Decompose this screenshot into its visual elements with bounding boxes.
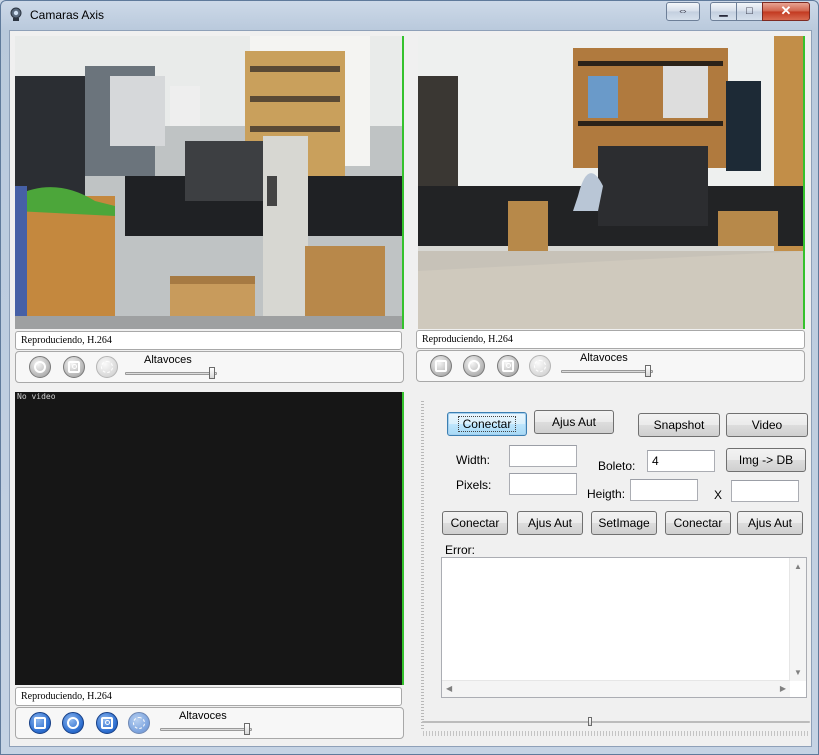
maximize-button[interactable]: □: [736, 2, 763, 21]
camera-1-controls: Altavoces: [15, 351, 404, 383]
vertical-splitter[interactable]: [421, 399, 424, 729]
camera-3-record-button[interactable]: [62, 712, 84, 734]
camera-1-snapshot-button[interactable]: [63, 356, 85, 378]
scroll-right-icon[interactable]: ▶: [780, 684, 786, 693]
record-icon: [34, 361, 46, 373]
maximize-icon: □: [746, 5, 753, 17]
camera-2-border: [803, 36, 805, 329]
snapshot-button[interactable]: Snapshot: [638, 413, 720, 437]
camera-2-audio-button[interactable]: [529, 355, 551, 377]
camera-3-volume-thumb[interactable]: [244, 723, 251, 735]
camera-2-snapshot-button[interactable]: [497, 355, 519, 377]
camera-2-controls: Altavoces: [416, 350, 805, 382]
camera-3-border: [402, 392, 404, 685]
width-field[interactable]: [509, 445, 577, 467]
no-video-overlay: No video: [17, 392, 56, 401]
camera-2-volume-thumb[interactable]: [645, 365, 652, 377]
camera-3-volume-slider[interactable]: [160, 728, 252, 731]
camera-2-stop-button[interactable]: [430, 355, 452, 377]
panel-bottom-slider-thumb[interactable]: [588, 717, 592, 726]
pixels-label: Pixels:: [456, 478, 492, 492]
camera-3-controls: Altavoces: [15, 707, 404, 739]
camera-2-volume-slider[interactable]: [561, 370, 653, 373]
error-textarea[interactable]: ▲ ▼ ◀ ▶: [441, 557, 807, 698]
setimage-button[interactable]: SetImage: [591, 511, 657, 535]
close-icon: ✕: [780, 3, 792, 18]
camera-2-video[interactable]: [418, 36, 803, 329]
stop-icon: [34, 717, 46, 729]
heigth-label: Heigth:: [587, 487, 626, 501]
webcam-icon: [10, 7, 22, 21]
camera-3-stop-button[interactable]: [29, 712, 51, 734]
x-label: X: [714, 488, 723, 502]
camera-3-snapshot-button[interactable]: [96, 712, 118, 734]
horizontal-splitter[interactable]: [421, 731, 808, 736]
record-icon: [468, 360, 480, 372]
camera-3-audio-button[interactable]: [128, 712, 150, 734]
scroll-down-icon[interactable]: ▼: [794, 668, 802, 677]
error-hscroll[interactable]: ◀ ▶: [442, 680, 790, 697]
scroll-left-icon[interactable]: ◀: [446, 684, 452, 693]
boleto-field[interactable]: 4: [647, 450, 715, 472]
camera-1-volume-thumb[interactable]: [209, 367, 216, 379]
window-title: Camaras Axis: [30, 8, 105, 22]
app-window: Camaras Axis ⇔ ▁ □ ✕ Reproduciendo, H.26…: [0, 0, 819, 755]
stop-icon: [435, 360, 447, 372]
title-bar[interactable]: Camaras Axis ⇔ ▁ □ ✕: [1, 1, 818, 29]
img-db-button[interactable]: Img -> DB: [726, 448, 806, 472]
boleto-label: Boleto:: [598, 459, 636, 473]
ajus-aut-button-1[interactable]: Ajus Aut: [517, 511, 583, 535]
ajus-aut-button-2[interactable]: Ajus Aut: [737, 511, 803, 535]
camera-2-frame: [418, 36, 803, 329]
error-vscroll[interactable]: ▲ ▼: [789, 558, 806, 681]
pixels-field[interactable]: [509, 473, 577, 495]
camera-icon: [502, 360, 514, 372]
ajus-aut-top-button[interactable]: Ajus Aut: [534, 410, 614, 434]
camera-1-audio-button[interactable]: [96, 356, 118, 378]
camera-icon: [101, 717, 113, 729]
camera-1-volume-slider[interactable]: [125, 372, 217, 375]
camera-1-status: Reproduciendo, H.264: [15, 331, 402, 350]
error-label: Error:: [445, 543, 475, 557]
client-area: Reproduciendo, H.264 Altavoces Reproduci…: [9, 30, 812, 747]
camera-2-status: Reproduciendo, H.264: [416, 330, 805, 349]
conectar-top-button[interactable]: Conectar: [447, 412, 527, 436]
width-label: Width:: [456, 453, 491, 467]
x-field[interactable]: [731, 480, 799, 502]
camera-3-video[interactable]: No video: [15, 392, 402, 685]
record-icon: [67, 717, 79, 729]
scroll-up-icon[interactable]: ▲: [794, 562, 802, 571]
camera-3-status: Reproduciendo, H.264: [15, 687, 402, 706]
speaker-icon: [534, 360, 546, 372]
camera-1-volume-label: Altavoces: [144, 354, 192, 366]
speaker-icon: [133, 717, 145, 729]
camera-2-volume-label: Altavoces: [580, 352, 628, 364]
error-text: [442, 558, 806, 564]
camera-2-record-button[interactable]: [463, 355, 485, 377]
panel-bottom-slider[interactable]: [422, 721, 810, 723]
arrows-icon: ⇔: [677, 5, 689, 17]
camera-1-border: [402, 36, 404, 329]
video-button[interactable]: Video: [726, 413, 808, 437]
conectar-button-1[interactable]: Conectar: [442, 511, 508, 535]
close-button[interactable]: ✕: [762, 2, 810, 21]
camera-1-record-button[interactable]: [29, 356, 51, 378]
camera-3-volume-label: Altavoces: [179, 710, 227, 722]
heigth-field[interactable]: [630, 479, 698, 501]
minimize-button[interactable]: ▁: [710, 2, 737, 21]
control-panel: Conectar Ajus Aut Snapshot Video Width: …: [428, 395, 810, 698]
camera-1-video[interactable]: [15, 36, 402, 329]
conectar-button-2[interactable]: Conectar: [665, 511, 731, 535]
camera-icon: [68, 361, 80, 373]
minimize-icon: ▁: [719, 5, 728, 17]
camera-1-frame: [15, 36, 402, 329]
speaker-icon: [101, 361, 113, 373]
switch-window-button[interactable]: ⇔: [666, 2, 700, 21]
